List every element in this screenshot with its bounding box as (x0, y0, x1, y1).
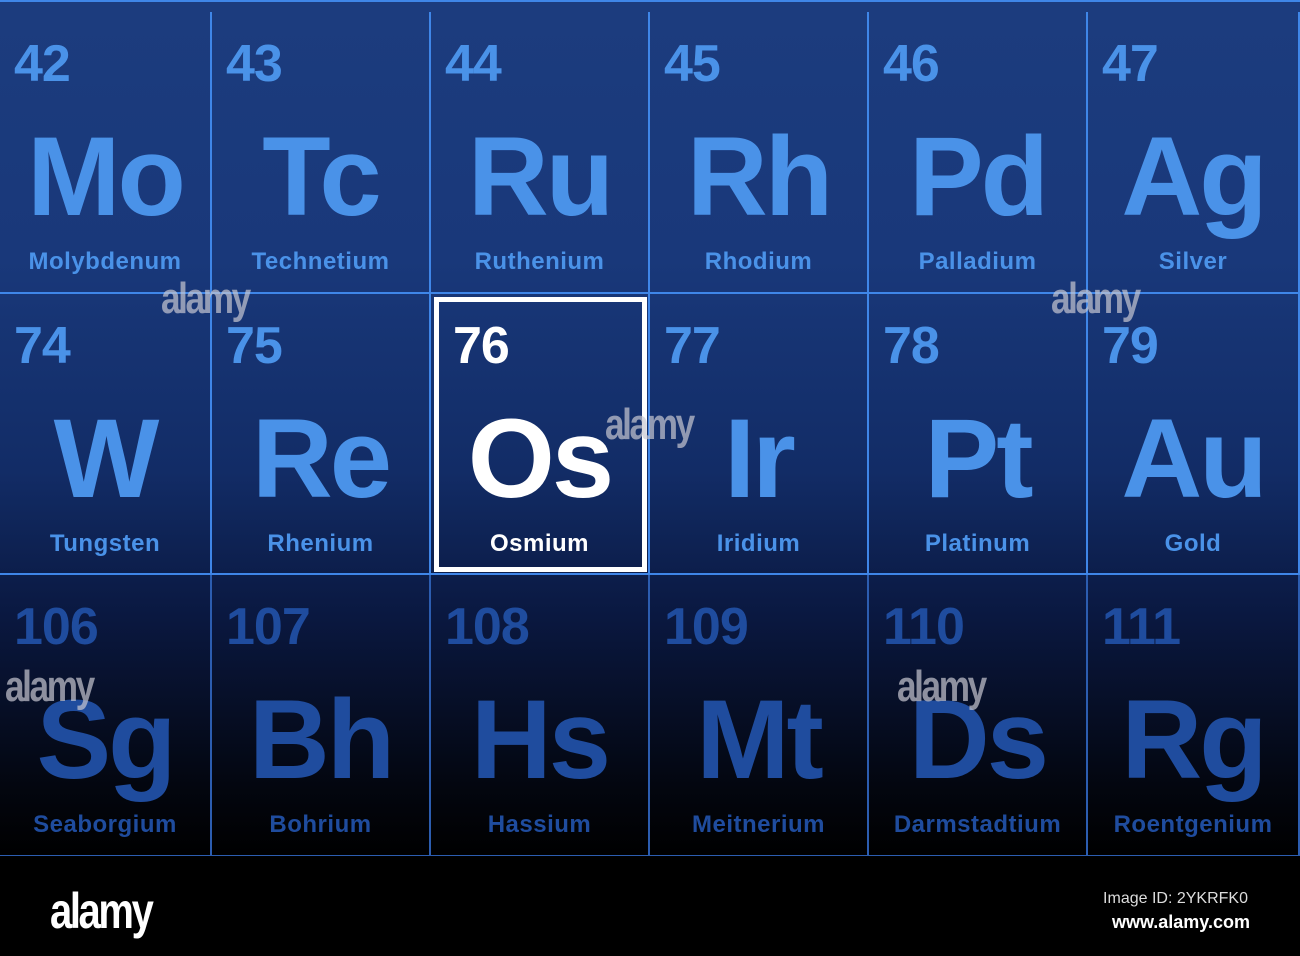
image-id: Image ID: 2YKRFK0 (1103, 890, 1248, 907)
element-cell-palladium: 46 Pd Palladium (869, 12, 1088, 294)
atomic-number: 108 (445, 598, 530, 656)
atomic-number: 77 (664, 317, 721, 375)
atomic-number: 110 (883, 598, 965, 656)
element-symbol: Tc (262, 114, 381, 239)
element-name: Technetium (251, 248, 390, 275)
element-cell-gold: 79 Au Gold (1088, 294, 1300, 575)
element-symbol: Rg (1121, 677, 1267, 802)
element-symbol: Mt (696, 677, 824, 802)
element-name: Bohrium (269, 811, 372, 838)
element-name: Silver (1158, 248, 1228, 275)
element-name: Hassium (487, 811, 592, 838)
element-cell-platinum: 78 Pt Platinum (869, 294, 1088, 575)
atomic-number: 47 (1102, 35, 1159, 93)
element-cell-tungsten: 74 W Tungsten (0, 294, 212, 575)
element-cell-roentgenium: 111 Rg Roentgenium (1088, 575, 1300, 857)
atomic-number: 76 (453, 317, 510, 375)
element-cell-ruthenium: 44 Ru Ruthenium (431, 12, 650, 294)
element-cell-rhodium: 45 Rh Rhodium (650, 12, 869, 294)
element-cell-hassium: 108 Hs Hassium (431, 575, 650, 857)
watermark: alamy (604, 400, 695, 449)
atomic-number: 43 (226, 35, 283, 93)
element-cell-molybdenum: 42 Mo Molybdenum (0, 12, 212, 294)
element-symbol: Mo (27, 114, 186, 239)
element-symbol: W (53, 396, 160, 521)
element-name: Osmium (489, 530, 590, 557)
element-symbol: Rh (686, 114, 833, 239)
element-name: Darmstadtium (893, 811, 1062, 838)
watermark: alamy (160, 274, 251, 323)
atomic-number: 78 (883, 317, 940, 375)
element-symbol: Hs (470, 677, 611, 802)
element-name: Tungsten (49, 530, 161, 557)
element-name: Gold (1164, 530, 1222, 557)
atomic-number: 107 (226, 598, 311, 656)
element-symbol: Ru (467, 114, 614, 239)
atomic-number: 74 (14, 317, 71, 375)
atomic-number: 109 (664, 598, 749, 656)
atomic-number: 46 (883, 35, 940, 93)
atomic-number: 42 (14, 35, 71, 93)
element-name: Meitnerium (691, 811, 825, 838)
atomic-number: 106 (14, 598, 99, 656)
element-name: Ruthenium (474, 248, 605, 275)
element-symbol: Au (1121, 396, 1267, 521)
atomic-number: 44 (445, 35, 502, 93)
element-name: Molybdenum (28, 248, 182, 275)
site-url: www.alamy.com (1111, 912, 1250, 932)
watermark: alamy (1050, 274, 1141, 323)
element-cell-rhenium: 75 Re Rhenium (212, 294, 431, 575)
element-name: Rhenium (267, 530, 374, 557)
atomic-number: 75 (226, 317, 283, 375)
element-cell-technetium: 43 Tc Technetium (212, 12, 431, 294)
element-name: Platinum (924, 530, 1031, 557)
atomic-number: 79 (1102, 317, 1159, 375)
element-cell-bohrium: 107 Bh Bohrium (212, 575, 431, 857)
element-cell-silver: 47 Ag Silver (1088, 12, 1300, 294)
alamy-logo: alamy (50, 883, 154, 939)
element-symbol: Bh (248, 677, 395, 802)
element-cell-meitnerium: 109 Mt Meitnerium (650, 575, 869, 857)
footer-bar: alamy Image ID: 2YKRFK0 www.alamy.com (0, 856, 1300, 956)
atomic-number: 45 (664, 35, 721, 93)
element-name: Iridium (716, 530, 801, 557)
element-name: Roentgenium (1113, 811, 1273, 838)
element-name: Seaborgium (33, 811, 177, 838)
watermark: alamy (896, 662, 987, 711)
element-symbol: Re (251, 396, 392, 521)
element-cell-darmstadtium: 110 Ds Darmstadtium (869, 575, 1088, 857)
element-name: Palladium (918, 248, 1037, 275)
element-cell-seaborgium: 106 Sg Seaborgium (0, 575, 212, 857)
element-symbol: Pt (924, 396, 1034, 521)
atomic-number: 111 (1102, 598, 1181, 656)
watermark: alamy (4, 662, 95, 711)
element-symbol: Pd (908, 114, 1049, 239)
element-name: Rhodium (704, 248, 813, 275)
element-symbol: Ag (1121, 114, 1267, 239)
